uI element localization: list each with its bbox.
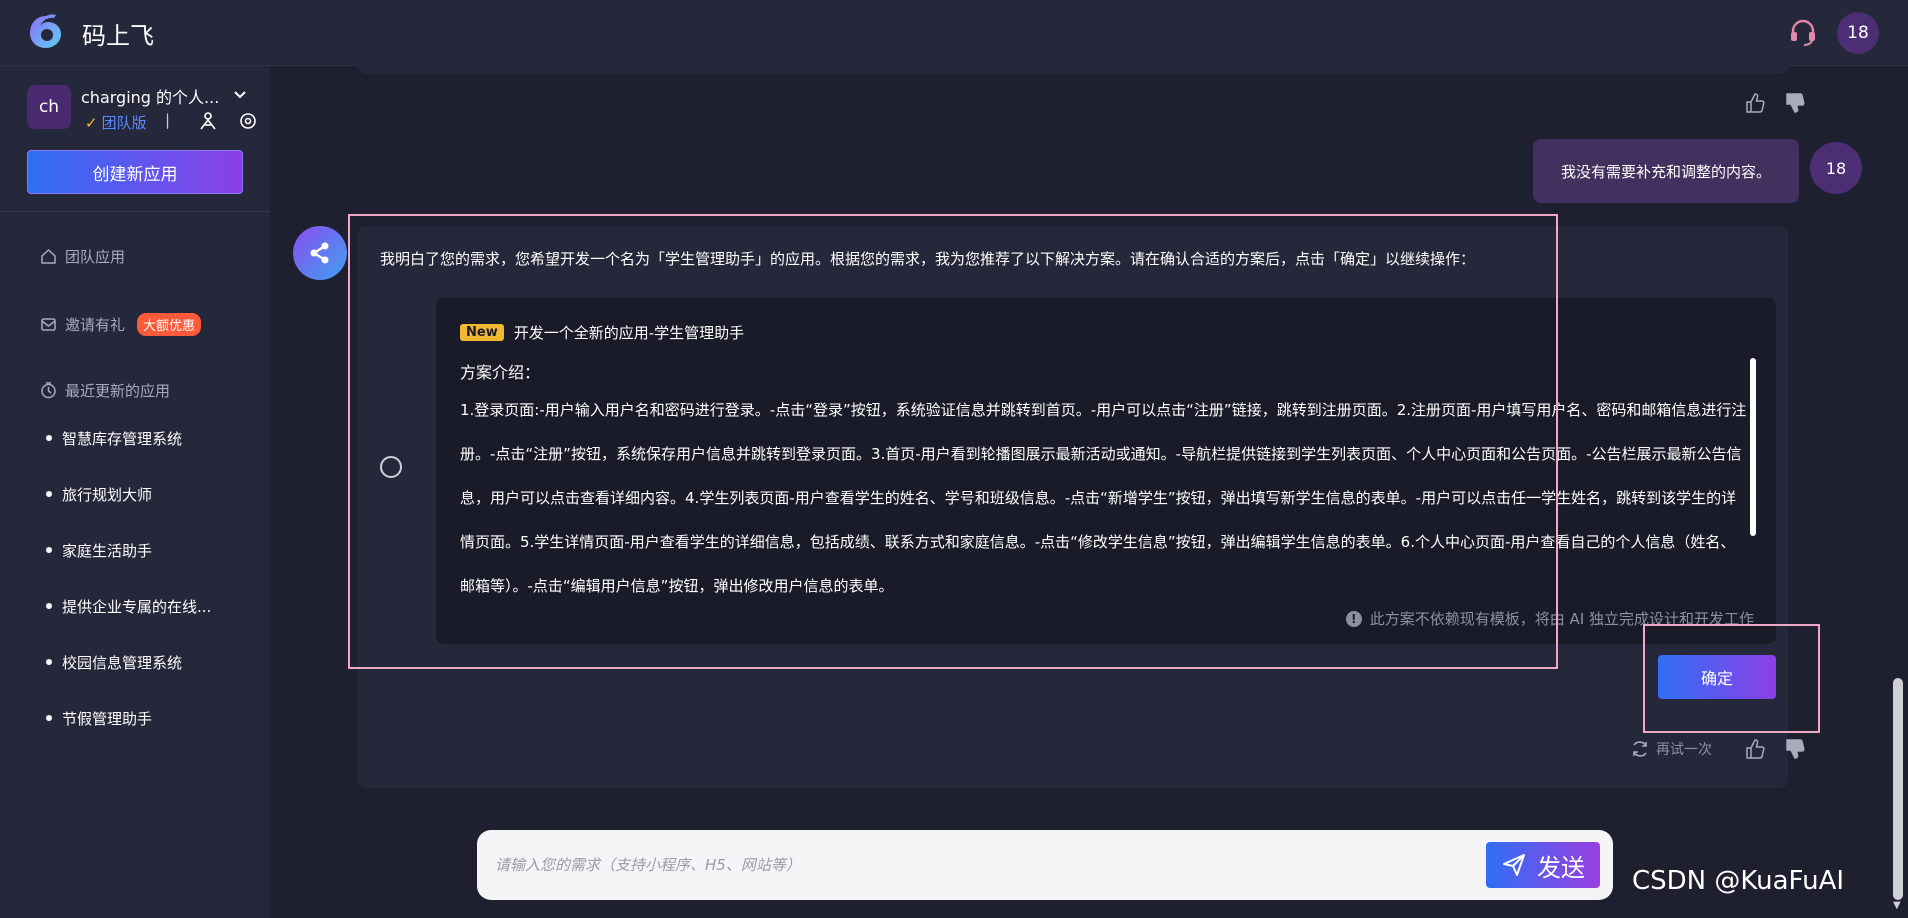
page-scrollbar-thumb[interactable] [1893, 678, 1903, 900]
list-item[interactable]: 家庭生活助手 [46, 540, 211, 596]
bullet-icon [46, 491, 52, 497]
bullet-icon [46, 435, 52, 441]
chevron-down-icon[interactable] [232, 88, 248, 102]
retry-label: 再试一次 [1656, 742, 1712, 758]
sidebar-item-invite[interactable]: 邀请有礼 大额优惠 [40, 313, 202, 336]
bullet-icon [46, 547, 52, 553]
highlight-frame-confirm [1643, 624, 1820, 733]
scroll-down-arrow-icon[interactable]: ▼ [1893, 900, 1905, 912]
thumbs-up-icon[interactable] [1744, 92, 1766, 114]
feedback-actions-bottom [1744, 738, 1806, 760]
assistant-avatar [293, 226, 347, 280]
list-item[interactable]: 旅行规划大师 [46, 484, 211, 540]
share-nodes-icon [310, 242, 329, 264]
user-message-bubble: 我没有需要补充和调整的内容。 [1533, 139, 1799, 203]
team-members-icon[interactable] [198, 111, 218, 131]
highlight-frame [348, 214, 1558, 669]
plan-scrollbar[interactable] [1750, 358, 1756, 536]
sidebar-divider [0, 211, 270, 212]
sidebar-item-label: 团队应用 [65, 248, 126, 266]
create-app-button[interactable]: 创建新应用 [27, 150, 243, 194]
promo-badge: 大额优惠 [137, 313, 202, 336]
user-avatar[interactable]: 18 [1837, 12, 1879, 54]
sidebar-item-recent-apps[interactable]: 最近更新的应用 [40, 380, 170, 401]
team-edition-badge: ✓ 团队版 [85, 112, 147, 133]
thumbs-down-icon[interactable] [1784, 92, 1806, 114]
bullet-icon [46, 659, 52, 665]
settings-icon[interactable] [238, 111, 258, 131]
brand-logo-icon[interactable] [26, 12, 66, 52]
sidebar-item-team-apps[interactable]: 团队应用 [40, 246, 125, 267]
recent-app-list: 智慧库存管理系统 旅行规划大师 家庭生活助手 提供企业专属的在线... 校园信息… [46, 428, 211, 764]
sidebar-item-label: 最近更新的应用 [65, 382, 171, 400]
list-item[interactable]: 智慧库存管理系统 [46, 428, 211, 484]
send-button[interactable]: 发送 [1486, 842, 1600, 888]
thumbs-down-icon[interactable] [1784, 738, 1806, 760]
gift-mail-icon [41, 318, 56, 331]
list-item[interactable]: 校园信息管理系统 [46, 652, 211, 708]
workspace-name[interactable]: charging 的个人... [81, 84, 219, 108]
composer: 发送 [477, 830, 1613, 900]
bullet-icon [46, 603, 52, 609]
home-icon [41, 248, 56, 264]
workspace-avatar[interactable]: ch [27, 85, 71, 129]
paper-plane-icon [1503, 854, 1525, 876]
chat-area: 我没有需要补充和调整的内容。 18 我明白了您的需求，您希望开发一个名为「学生管… [270, 56, 1891, 918]
retry-button[interactable]: 再试一次 [1630, 739, 1712, 759]
separator: | [165, 111, 171, 129]
send-label: 发送 [1537, 853, 1585, 882]
headset-support-icon[interactable] [1788, 17, 1818, 47]
requirement-input[interactable] [493, 840, 1473, 890]
thumbs-up-icon[interactable] [1744, 738, 1766, 760]
feedback-actions [1744, 92, 1806, 114]
sidebar: ch charging 的个人... ✓ 团队版 | 创建新应用 团队应用 邀请… [0, 66, 270, 918]
clock-icon [41, 382, 56, 399]
refresh-icon [1633, 741, 1647, 757]
check-icon: ✓ [85, 113, 98, 132]
previous-message-card [358, 56, 1788, 74]
brand-name: 码上飞 [82, 22, 154, 50]
list-item[interactable]: 提供企业专属的在线... [46, 596, 211, 652]
watermark: CSDN @KuaFuAI [1632, 866, 1845, 896]
sidebar-item-label: 邀请有礼 [65, 316, 126, 334]
team-edition-label: 团队版 [101, 114, 147, 132]
user-message-avatar: 18 [1810, 142, 1862, 194]
list-item[interactable]: 节假管理助手 [46, 708, 211, 764]
bullet-icon [46, 715, 52, 721]
